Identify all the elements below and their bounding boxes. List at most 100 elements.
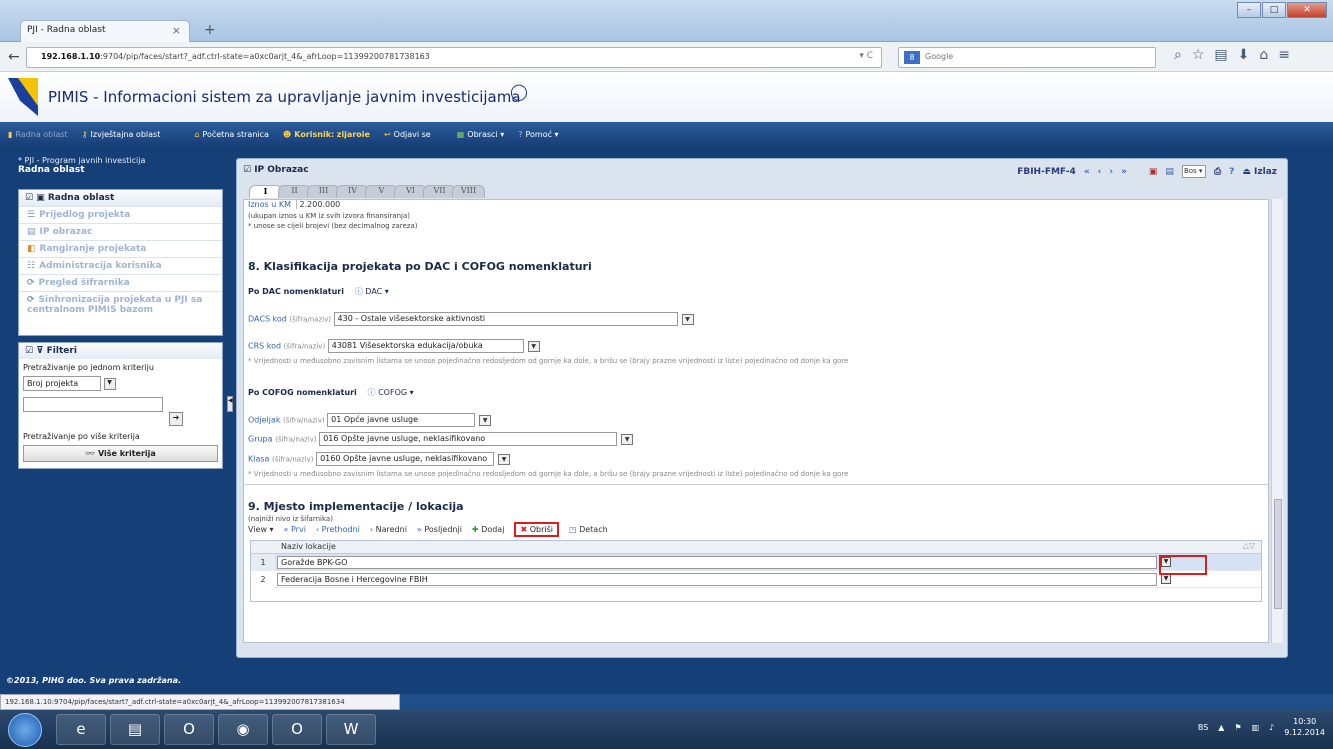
add-button[interactable]: ✚ Dodaj — [472, 525, 505, 534]
tab-viii[interactable]: VIII — [452, 185, 485, 198]
menu-odjavi[interactable]: ↩ Odjavi se — [384, 130, 431, 139]
collapse-sidebar-icon[interactable]: ◀ — [227, 396, 233, 412]
dac-menu[interactable]: ⓘ DAC ▾ — [355, 287, 389, 296]
table-row[interactable]: 1 Goražde BPK-GO ▼ — [251, 554, 1261, 571]
dac-heading: Po DAC nomenklaturi — [248, 287, 344, 296]
panel-title[interactable]: ☑ IP Obrazac — [243, 165, 309, 175]
menu-korisnik[interactable]: ☻ Korisnik: zijaroie — [283, 130, 370, 139]
sidebar-item-ip-obrazac[interactable]: ▤ IP obrazac — [19, 223, 222, 240]
firefox-icon[interactable]: ◉ — [218, 714, 268, 745]
table-row[interactable]: 2 Federacija Bosne i Hercegovine FBIH ▼ — [251, 571, 1261, 588]
chevron-down-icon[interactable]: ▼ — [498, 453, 511, 465]
browser-tab-title: PJI - Radna oblast — [27, 25, 106, 35]
language-select[interactable]: Bos ▾ — [1181, 165, 1206, 178]
filter-panel-header[interactable]: ☑ ⊽ Filteri — [19, 343, 222, 359]
next-page-icon[interactable]: › — [1109, 167, 1113, 177]
clock[interactable]: 10:30 9.12.2014 — [1284, 716, 1325, 738]
column-header-naziv[interactable]: Naziv lokacije — [281, 542, 336, 551]
dacs-select[interactable]: 430 - Ostale višesektorske aktivnosti — [333, 312, 678, 326]
odjeljak-label: Odjeljak — [248, 415, 281, 425]
close-tab-icon[interactable]: × — [172, 24, 181, 37]
view-menu[interactable]: View ▾ — [248, 525, 274, 534]
ie-icon[interactable]: e — [56, 714, 106, 745]
language-indicator[interactable]: BS — [1198, 723, 1208, 732]
download-icon[interactable]: ⬇ — [1238, 47, 1250, 63]
crs-select[interactable]: 43081 Višesektorska edukacija/obuka — [327, 339, 524, 353]
office-icon[interactable]: O — [272, 714, 322, 745]
new-tab-icon[interactable]: + — [204, 22, 216, 38]
sidebar-item-rangiranje[interactable]: ◧ Rangiranje projekata — [19, 240, 222, 257]
prev-page-icon[interactable]: ‹ — [1098, 167, 1102, 177]
chevron-down-icon[interactable]: ▼ — [1161, 574, 1171, 584]
cofog-heading-row: Po COFOG nomenklaturi ⓘ COFOG ▾ — [248, 387, 414, 398]
radna-oblast-panel-header[interactable]: ☑ ▣ Radna oblast — [19, 190, 222, 206]
menu-obrasci[interactable]: ▦ Obrasci ▾ — [457, 130, 504, 139]
start-button[interactable] — [8, 713, 42, 747]
outlook-icon[interactable]: O — [164, 714, 214, 745]
filter-criterion-select[interactable]: Broj projekta — [23, 376, 101, 391]
search-input[interactable]: 8 Google — [898, 47, 1156, 68]
chevron-down-icon[interactable]: ▼ — [681, 313, 694, 325]
refresh-icon[interactable]: ▾ C — [859, 51, 873, 61]
word-icon[interactable]: W — [326, 714, 376, 745]
chevron-down-icon[interactable]: ▼ — [527, 340, 540, 352]
explorer-icon[interactable]: ▤ — [110, 714, 160, 745]
detach-button[interactable]: ◳ Detach — [569, 525, 608, 534]
location-input[interactable]: Federacija Bosne i Hercegovine FBIH — [277, 573, 1157, 586]
menu-pomoc[interactable]: ? Pomoć ▾ — [518, 130, 558, 139]
klasa-select[interactable]: 0160 Opšte javne usluge, neklasifikovano — [316, 452, 495, 466]
menu-izvjestajna-oblast[interactable]: ⚷ Izvještajna oblast — [82, 130, 161, 139]
next-button[interactable]: › Naredni — [370, 525, 407, 534]
close-window-icon[interactable]: ✕ — [1287, 2, 1327, 18]
network-icon[interactable]: ▥ — [1252, 723, 1260, 732]
cofog-menu[interactable]: ⓘ COFOG ▾ — [368, 388, 414, 397]
print-icon[interactable]: ▣ — [1149, 167, 1158, 177]
flag-icon[interactable]: ⚑ — [1234, 723, 1241, 732]
menu-pocetna[interactable]: ⌂ Početna stranica — [194, 130, 269, 139]
volume-icon[interactable]: ♪ — [1269, 723, 1274, 732]
browser-tab[interactable]: PJI - Radna oblast × — [20, 20, 190, 42]
last-button[interactable]: » Posljednji — [417, 525, 462, 534]
last-page-icon[interactable]: » — [1121, 167, 1127, 177]
search-icon[interactable]: ⌕ — [1174, 47, 1182, 63]
save-icon[interactable]: ▤ — [1165, 167, 1174, 177]
url-host: 192.168.1.10 — [41, 52, 101, 61]
sidebar: * PJI - Program javnih investicija Radna… — [18, 156, 223, 506]
location-input[interactable]: Goražde BPK-GO — [277, 556, 1157, 569]
menu-icon[interactable]: ≡ — [1278, 47, 1290, 63]
url-bar[interactable]: 192.168.1.10:9704/pip/faces/start?_adf.c… — [26, 47, 882, 68]
back-icon[interactable]: ← — [8, 49, 20, 65]
main-menubar: ▮ Radna oblast ⚷ Izvještajna oblast ⌂ Počet… — [0, 122, 1333, 146]
search-go-icon[interactable]: ➔ — [169, 412, 183, 426]
chevron-down-icon[interactable]: ▼ — [621, 433, 634, 445]
minimize-icon[interactable]: – — [1237, 2, 1261, 18]
help-icon[interactable]: ? — [1229, 167, 1234, 177]
first-page-icon[interactable]: « — [1084, 167, 1090, 177]
vise-kriterija-button[interactable]: 👓 Više kriterija — [23, 445, 218, 462]
delete-button[interactable]: ✖ Obriši — [514, 522, 559, 537]
sidebar-item-sinhronizacija[interactable]: ⟳ Sinhronizacija projekata u PJI sa centr… — [19, 291, 222, 335]
sidebar-item-sifrarnik[interactable]: ⟳ Pregled šifrarnika — [19, 274, 222, 291]
lock-icon: ▮ — [8, 129, 13, 139]
odjeljak-select[interactable]: 01 Opće javne usluge — [327, 413, 476, 427]
bookmark-star-icon[interactable]: ☆ — [1192, 47, 1205, 63]
print-preview-icon[interactable]: ⎙ — [1214, 167, 1221, 177]
home-icon[interactable]: ⌂ — [1259, 47, 1268, 63]
sidebar-item-administracija[interactable]: ☷ Administracija korisnika — [19, 257, 222, 274]
crs-row: CRS kod (šifra/naziv) 43081 Višesektorsk… — [248, 339, 540, 353]
sidebar-item-prijedlog[interactable]: ☰ Prijedlog projekta — [19, 206, 222, 223]
form-scrollbar[interactable] — [1271, 199, 1283, 643]
first-button[interactable]: « Prvi — [284, 525, 306, 534]
sort-icon[interactable]: △▽ — [1243, 541, 1255, 550]
chevron-down-icon[interactable]: ▼ — [103, 377, 116, 390]
previous-button[interactable]: ‹ Prethodni — [316, 525, 360, 534]
menu-radna-oblast[interactable]: ▮ Radna oblast — [8, 130, 68, 139]
tray-arrow-icon[interactable]: ▲ — [1218, 723, 1224, 732]
grupa-select[interactable]: 016 Opšte javne usluge, neklasifikovano — [319, 432, 618, 446]
bookmarks-icon[interactable]: ▤ — [1214, 47, 1227, 63]
exit-button[interactable]: ⏏ Izlaz — [1242, 167, 1277, 177]
chevron-down-icon[interactable]: ▼ — [479, 414, 492, 426]
search-engine-icon: 8 — [904, 51, 920, 64]
maximize-icon[interactable]: □ — [1262, 2, 1286, 18]
filter-value-input[interactable] — [23, 397, 163, 412]
